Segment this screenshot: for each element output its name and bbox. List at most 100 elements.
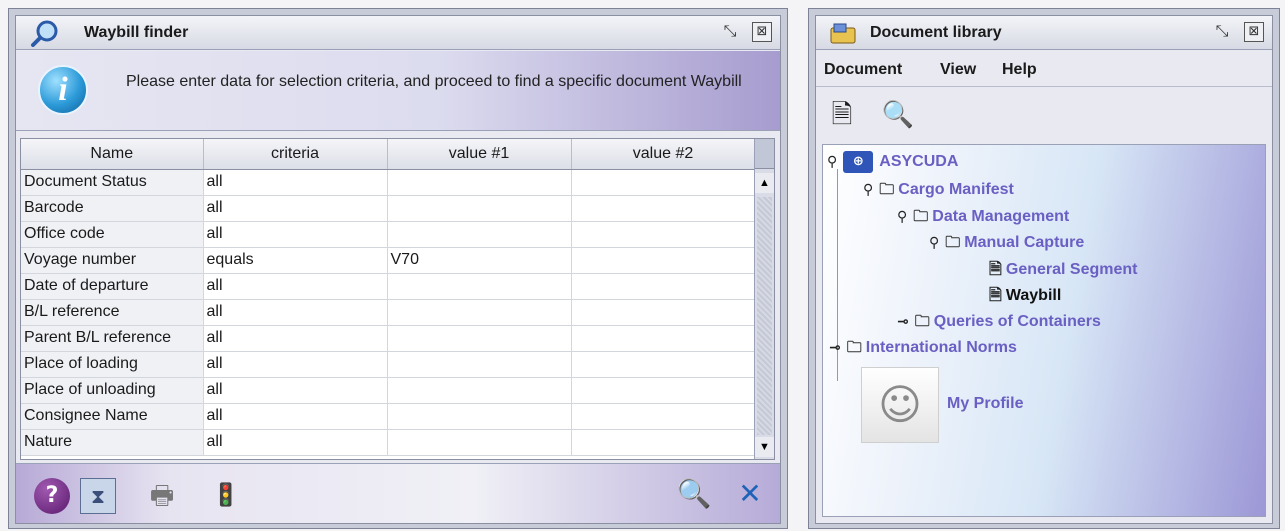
criteria-cell[interactable]: all bbox=[203, 195, 388, 222]
value1-cell[interactable] bbox=[387, 351, 572, 378]
collapsed-node-icon[interactable]: ⊸ bbox=[829, 340, 841, 356]
new-document-icon[interactable]: 🗎 bbox=[824, 97, 860, 133]
value2-cell[interactable] bbox=[571, 273, 756, 300]
tree-node-data-management[interactable]: ⚲ 🗀 Data Management bbox=[897, 206, 1069, 231]
table-row[interactable]: Office code all bbox=[21, 221, 756, 248]
restore-icon[interactable]: ⤡ bbox=[1212, 22, 1232, 42]
value1-cell[interactable] bbox=[387, 325, 572, 352]
criteria-cell[interactable]: all bbox=[203, 221, 388, 248]
document-library-titlebar[interactable]: Document library ⤡ ⊠ bbox=[816, 16, 1272, 50]
field-name-cell: B/L reference bbox=[21, 299, 204, 326]
field-name-cell: Place of loading bbox=[21, 351, 204, 378]
profile-avatar[interactable]: ☺ bbox=[861, 367, 939, 443]
traffic-light-icon[interactable]: 🚦 bbox=[208, 478, 244, 514]
value1-cell[interactable]: V70 bbox=[387, 247, 572, 274]
criteria-cell[interactable]: all bbox=[203, 403, 388, 430]
criteria-cell[interactable]: all bbox=[203, 377, 388, 404]
tree-node-waybill[interactable]: 🗎 Waybill bbox=[989, 284, 1061, 311]
folder-icon: 🗀 bbox=[945, 233, 961, 251]
table-row[interactable]: Nature all bbox=[21, 429, 756, 456]
criteria-cell[interactable]: all bbox=[203, 351, 388, 378]
value1-cell[interactable] bbox=[387, 273, 572, 300]
table-row[interactable]: Place of unloading all bbox=[21, 377, 756, 404]
criteria-cell[interactable]: all bbox=[203, 169, 388, 196]
scroll-thumb[interactable] bbox=[757, 197, 772, 435]
value1-cell[interactable] bbox=[387, 377, 572, 404]
field-name-cell: Consignee Name bbox=[21, 403, 204, 430]
table-row[interactable]: Date of departure all bbox=[21, 273, 756, 300]
tree-label-international-norms: International Norms bbox=[865, 339, 1017, 356]
tree-node-manual-capture[interactable]: ⚲ 🗀 Manual Capture bbox=[929, 232, 1084, 257]
table-row[interactable]: B/L reference all bbox=[21, 299, 756, 326]
column-header[interactable]: Name bbox=[21, 139, 204, 170]
menu-help[interactable]: Help bbox=[1002, 61, 1037, 79]
menu-view[interactable]: View bbox=[940, 61, 976, 79]
tree-node-international-norms[interactable]: ⊸ 🗀 International Norms bbox=[829, 337, 1017, 362]
tree-node-cargo-manifest[interactable]: ⚲ 🗀 Cargo Manifest bbox=[863, 179, 1014, 204]
waybill-finder-content: Waybill finder ⤡ ⊠ i Please enter data f… bbox=[15, 15, 781, 524]
value1-cell[interactable] bbox=[387, 195, 572, 222]
table-row[interactable]: Parent B/L reference all bbox=[21, 325, 756, 352]
value2-cell[interactable] bbox=[571, 169, 756, 196]
help-icon[interactable]: ? bbox=[34, 478, 70, 514]
value1-cell[interactable] bbox=[387, 221, 572, 248]
tree-node-asycuda[interactable]: ⚲ ⊕ ASYCUDA bbox=[827, 151, 958, 173]
criteria-cell[interactable]: all bbox=[203, 325, 388, 352]
find-icon[interactable]: 🔍 bbox=[674, 474, 714, 514]
value1-cell[interactable] bbox=[387, 169, 572, 196]
field-name-cell: Date of departure bbox=[21, 273, 204, 300]
expanded-node-icon[interactable]: ⚲ bbox=[863, 182, 873, 198]
search-icon[interactable]: 🔍 bbox=[880, 97, 916, 133]
restore-icon[interactable]: ⤡ bbox=[720, 22, 740, 42]
hourglass-icon[interactable]: ⧗ bbox=[80, 478, 116, 514]
field-name-cell: Office code bbox=[21, 221, 204, 248]
collapsed-node-icon[interactable]: ⊸ bbox=[897, 314, 909, 330]
close-icon[interactable]: ✕ bbox=[730, 474, 770, 514]
value2-cell[interactable] bbox=[571, 247, 756, 274]
column-header[interactable]: value #2 bbox=[571, 139, 756, 170]
table-row[interactable]: Barcode all bbox=[21, 195, 756, 222]
value2-cell[interactable] bbox=[571, 377, 756, 404]
tree-label-my-profile[interactable]: My Profile bbox=[947, 395, 1023, 413]
table-row[interactable]: Consignee Name all bbox=[21, 403, 756, 430]
value2-cell[interactable] bbox=[571, 351, 756, 378]
criteria-cell[interactable]: all bbox=[203, 299, 388, 326]
tree-node-general-segment[interactable]: 🗎 General Segment bbox=[989, 258, 1137, 285]
value2-cell[interactable] bbox=[571, 221, 756, 248]
library-folder-icon bbox=[830, 22, 856, 44]
expanded-node-icon[interactable]: ⚲ bbox=[827, 154, 837, 170]
value2-cell[interactable] bbox=[571, 299, 756, 326]
value1-cell[interactable] bbox=[387, 403, 572, 430]
document-library-content: Document library ⤡ ⊠ Document View Help … bbox=[815, 15, 1273, 524]
tree-label-manual-capture: Manual Capture bbox=[964, 234, 1085, 251]
maximize-icon[interactable]: ⊠ bbox=[752, 22, 772, 42]
value2-cell[interactable] bbox=[571, 403, 756, 430]
printer-icon[interactable]: 🖶 bbox=[144, 478, 180, 514]
value2-cell[interactable] bbox=[571, 429, 756, 456]
waybill-finder-titlebar[interactable]: Waybill finder ⤡ ⊠ bbox=[16, 16, 780, 50]
criteria-cell[interactable]: all bbox=[203, 429, 388, 456]
window-title: Document library bbox=[870, 24, 1002, 41]
criteria-cell[interactable]: equals bbox=[203, 247, 388, 274]
tree-node-queries-of-containers[interactable]: ⊸ 🗀 Queries of Containers bbox=[897, 311, 1101, 336]
criteria-cell[interactable]: all bbox=[203, 273, 388, 300]
value1-cell[interactable] bbox=[387, 299, 572, 326]
column-header[interactable]: criteria bbox=[203, 139, 388, 170]
table-row[interactable]: Document Status all bbox=[21, 169, 756, 196]
table-scrollbar[interactable]: ▲ ▼ bbox=[754, 139, 774, 459]
info-message: Please enter data for selection criteria… bbox=[126, 73, 742, 90]
column-header[interactable]: value #1 bbox=[387, 139, 572, 170]
table-row[interactable]: Place of loading all bbox=[21, 351, 756, 378]
scroll-up-icon[interactable]: ▲ bbox=[755, 173, 774, 193]
un-flag-icon: ⊕ bbox=[843, 151, 874, 173]
menu-document[interactable]: Document bbox=[824, 61, 902, 79]
expanded-node-icon[interactable]: ⚲ bbox=[929, 235, 939, 251]
expanded-node-icon[interactable]: ⚲ bbox=[897, 209, 907, 225]
maximize-icon[interactable]: ⊠ bbox=[1244, 22, 1264, 42]
table-row[interactable]: Voyage number equals V70 bbox=[21, 247, 756, 274]
scroll-down-icon[interactable]: ▼ bbox=[755, 437, 774, 457]
value2-cell[interactable] bbox=[571, 195, 756, 222]
value2-cell[interactable] bbox=[571, 325, 756, 352]
value1-cell[interactable] bbox=[387, 429, 572, 456]
field-name-cell: Nature bbox=[21, 429, 204, 456]
